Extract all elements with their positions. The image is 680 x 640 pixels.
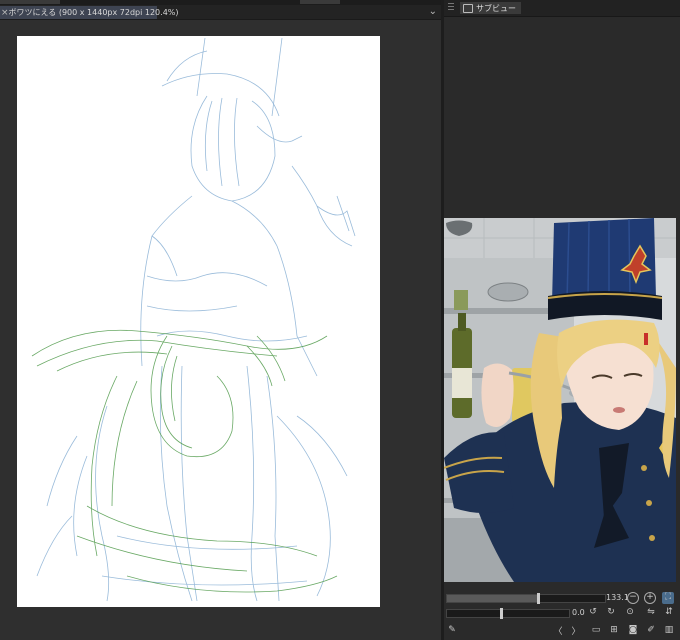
next-image-icon[interactable]: 〉 <box>570 624 582 637</box>
drawing-canvas[interactable] <box>17 36 380 607</box>
previous-image-icon[interactable]: 〈 <box>552 624 564 637</box>
zoom-in-icon[interactable]: + <box>644 592 656 604</box>
camera-icon[interactable]: ◙ <box>627 625 639 635</box>
eyedropper-icon[interactable]: ✎ <box>446 625 458 635</box>
toolbar-remnant <box>300 0 340 4</box>
document-tab[interactable]: × ボワツにえる (900 x 1440px 72dpi 120.4%) <box>0 6 179 19</box>
trash-icon[interactable]: ▥ <box>663 625 675 635</box>
subview-tab[interactable]: サブビュー <box>460 2 521 14</box>
import-image-icon[interactable]: ⊞ <box>608 625 620 635</box>
reference-image[interactable] <box>444 218 676 582</box>
zoom-out-icon[interactable]: − <box>627 592 639 604</box>
rotate-right-icon[interactable]: ↻ <box>605 607 617 617</box>
chevron-down-icon[interactable]: ⌄ <box>429 6 437 17</box>
rotation-slider-handle[interactable] <box>500 608 503 619</box>
reference-illustration <box>444 218 676 582</box>
folder-icon[interactable]: ▭ <box>590 625 602 635</box>
document-tab-bar: × ボワツにえる (900 x 1440px 72dpi 120.4%) ⌄ <box>0 5 441 20</box>
canvas-area[interactable] <box>0 20 441 640</box>
zoom-slider[interactable] <box>446 593 606 604</box>
flip-horizontal-icon[interactable]: ⇋ <box>645 607 657 617</box>
close-tab-icon[interactable]: × <box>1 8 9 18</box>
subview-tab-label: サブビュー <box>476 3 516 13</box>
reset-rotation-icon[interactable]: ⊙ <box>624 607 636 617</box>
fit-view-icon[interactable]: ⛶ <box>662 592 674 604</box>
toolbar-remnant <box>0 0 60 4</box>
rotate-left-icon[interactable]: ↺ <box>587 607 599 617</box>
sketch-drawing <box>31 37 356 602</box>
document-tab-title: ボワツにえる (900 x 1440px 72dpi 120.4%) <box>8 8 179 17</box>
zoom-value: 133.1 <box>606 593 629 602</box>
panel-grip-icon[interactable] <box>448 3 454 12</box>
rotation-slider[interactable] <box>446 608 570 619</box>
rotation-value: 0.0 <box>572 608 585 617</box>
zoom-slider-fill <box>447 595 537 602</box>
subview-panel: サブビュー 133.1 − + ⛶ 0.0 ↺ ↻ ⊙ ⇋ ⇵ ✎ 〈 〉 ▭ … <box>444 0 680 640</box>
edit-icon[interactable]: ✐ <box>645 625 657 635</box>
zoom-slider-handle[interactable] <box>537 593 540 604</box>
navigator-controls: 133.1 − + ⛶ 0.0 ↺ ↻ ⊙ ⇋ ⇵ ✎ 〈 〉 ▭ ⊞ ◙ ✐ … <box>444 582 680 640</box>
image-icon <box>463 3 473 13</box>
subview-panel-header: サブビュー <box>444 0 680 17</box>
flip-vertical-icon[interactable]: ⇵ <box>663 607 675 617</box>
